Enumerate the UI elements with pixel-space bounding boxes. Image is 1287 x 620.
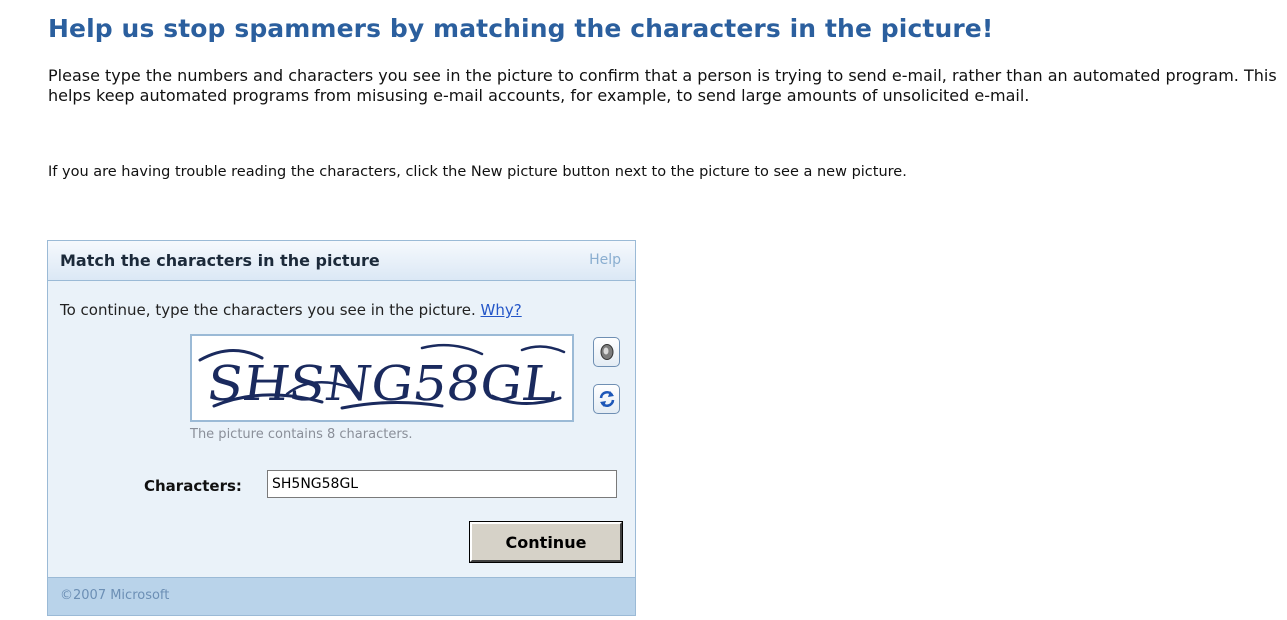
instruction-label: To continue, type the characters you see… xyxy=(60,301,476,319)
copyright-text: ©2007 Microsoft xyxy=(60,588,170,603)
captcha-picture: SHSNG58GL xyxy=(198,343,566,412)
characters-label: Characters: xyxy=(144,477,242,495)
page-title: Help us stop spammers by matching the ch… xyxy=(48,14,994,43)
new-picture-button[interactable] xyxy=(593,384,620,414)
panel-title: Match the characters in the picture xyxy=(60,251,380,270)
captcha-panel: Match the characters in the picture Help… xyxy=(47,240,636,616)
refresh-icon xyxy=(599,391,614,407)
panel-header: Match the characters in the picture Help xyxy=(48,241,635,281)
captcha-image: SHSNG58GL xyxy=(190,334,574,422)
continue-button[interactable]: Continue xyxy=(469,521,623,563)
panel-footer: ©2007 Microsoft xyxy=(48,577,635,615)
instruction-text: To continue, type the characters you see… xyxy=(60,301,522,319)
speaker-icon xyxy=(600,344,613,360)
character-count-note: The picture contains 8 characters. xyxy=(190,427,413,442)
intro-paragraph: Please type the numbers and characters y… xyxy=(48,66,1277,105)
trouble-hint: If you are having trouble reading the ch… xyxy=(48,164,907,180)
why-link[interactable]: Why? xyxy=(481,301,522,319)
audio-button[interactable] xyxy=(593,337,620,367)
help-link[interactable]: Help xyxy=(589,252,621,268)
captcha-characters: SHSNG58GL xyxy=(203,356,561,412)
characters-input[interactable] xyxy=(267,470,617,498)
